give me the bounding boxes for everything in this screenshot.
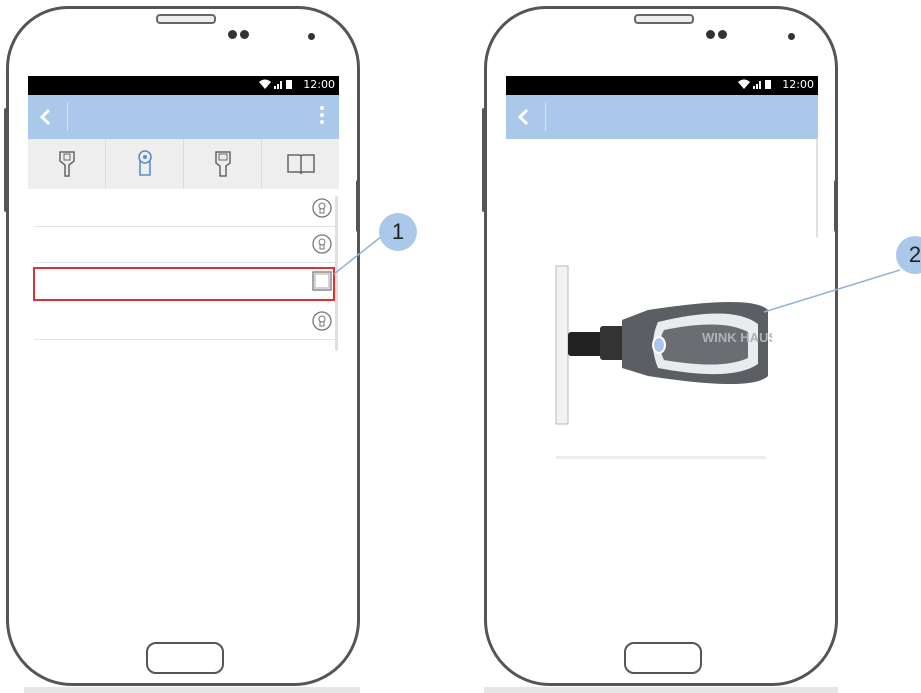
book-icon [286,154,315,175]
chevron-left-icon[interactable] [514,105,540,131]
tab-transponder-key[interactable] [28,139,106,189]
cylinder-icon [137,150,152,176]
right-volume-button [482,108,486,212]
left-proximity-icon [308,33,315,40]
right-phone-shadow [484,687,838,693]
tab-transponder[interactable] [184,139,262,189]
key-programming-device-icon: WINK HAUS [555,265,772,425]
right-app-bar [506,95,818,139]
left-power-button [356,180,360,232]
left-screen: 12:00 [28,76,339,629]
right-app-bar-divider [545,103,546,131]
left-app-bar-divider [67,103,68,131]
transponder-key-icon [58,151,75,177]
left-status-bar: 12:00 [28,76,339,95]
right-screen: 12:00 WINK HAUS [506,76,818,629]
callout-2-leader-line [763,269,901,313]
list-item[interactable] [34,227,335,263]
tab-cylinder[interactable] [106,139,184,189]
right-front-camera-icon [706,30,715,39]
left-sensor-icon [240,30,249,39]
right-status-time: 12:00 [782,78,814,91]
right-status-bar: 12:00 [506,76,818,95]
device-floor-shadow [556,456,766,459]
right-home-button[interactable] [624,642,702,674]
left-phone-shadow [24,687,360,693]
cylinder-round-icon [312,198,332,218]
list-item[interactable] [34,191,335,227]
left-tab-bar [28,139,339,189]
tab-manual[interactable] [262,139,339,189]
right-status-icons [736,78,774,93]
device-brand-text: WINK HAUS [702,330,772,345]
left-status-time: 12:00 [303,78,335,91]
right-sensor-icon [718,30,727,39]
chevron-left-icon[interactable] [36,105,62,131]
left-speaker [156,14,216,24]
right-power-button [834,180,838,232]
left-home-button[interactable] [146,642,224,674]
right-proximity-icon [788,33,795,40]
more-vertical-icon[interactable] [319,105,325,131]
cylinder-round-icon [312,311,332,331]
callout-1: 1 [379,213,417,251]
left-app-bar [28,95,339,139]
right-speaker [634,14,694,24]
selected-row-highlight [33,267,335,301]
transponder-icon [214,151,231,177]
left-status-icons [257,78,295,93]
right-scrollbar[interactable] [816,138,818,238]
list-item[interactable] [34,304,335,340]
left-volume-button [4,108,8,212]
left-front-camera-icon [228,30,237,39]
